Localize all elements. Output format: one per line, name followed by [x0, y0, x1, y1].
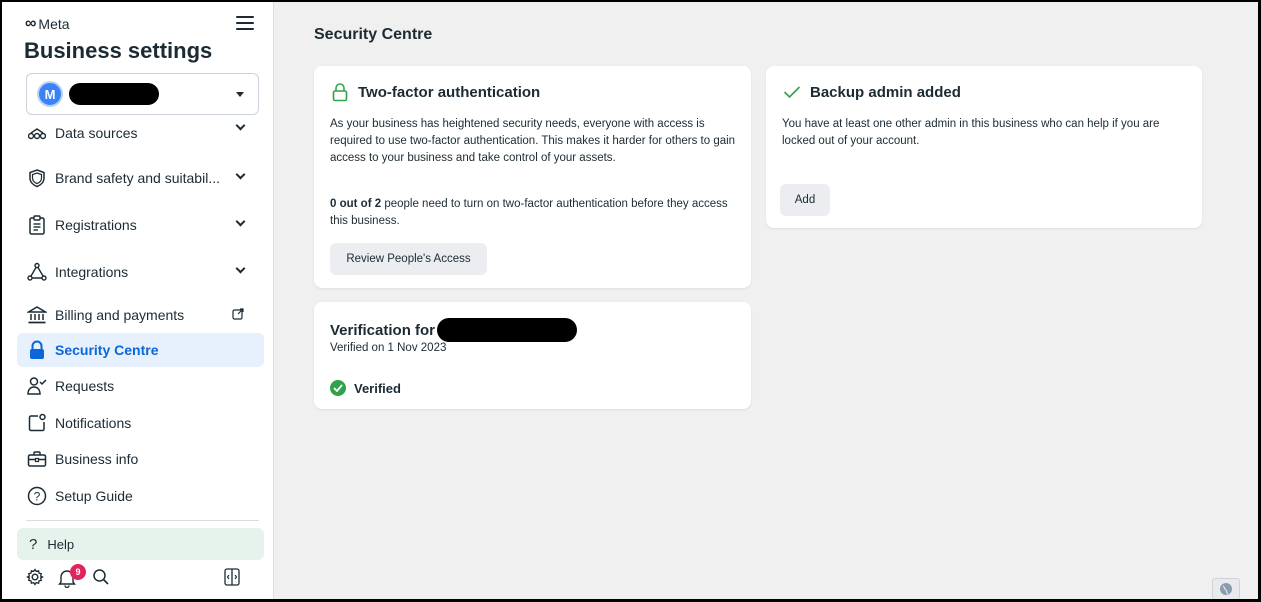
sidebar-nav[interactable]: Data sources Brand safety and suitabil..… [2, 120, 274, 518]
sidebar-item-label: Requests [55, 378, 115, 394]
card-header: Two-factor authentication [330, 82, 540, 102]
two-factor-count-bold: 0 out of 2 [330, 198, 382, 210]
search-icon[interactable] [92, 568, 110, 591]
business-account-select[interactable]: M [26, 73, 259, 115]
two-factor-card: Two-factor authentication As your busine… [314, 66, 751, 288]
verified-label: Verified [354, 380, 401, 396]
redacted-business-name [437, 318, 578, 342]
redacted-account-name [69, 83, 159, 105]
notification-icon [27, 413, 47, 433]
sidebar-item-label: Registrations [55, 217, 137, 233]
meta-logo-text: Meta [38, 16, 70, 32]
panel-toggle-icon[interactable] [224, 568, 240, 591]
lock-outline-icon [330, 82, 350, 102]
sidebar-item-label: Billing and payments [55, 307, 185, 323]
backup-admin-description: You have at least one other admin in thi… [782, 118, 1160, 147]
caret-down-icon [236, 92, 244, 97]
sidebar-item-registrations[interactable]: Registrations [17, 208, 264, 242]
chevron-down-icon [235, 120, 246, 131]
help-label: Help [47, 536, 75, 552]
sidebar-item-label: Data sources [55, 125, 138, 141]
clipboard-icon [27, 215, 47, 235]
meta-infinity-icon: ∞ [25, 15, 37, 32]
sidebar-item-label: Security Centre [55, 342, 159, 358]
chevron-down-icon [235, 263, 246, 274]
verified-status: Verified [330, 380, 401, 396]
meta-logo[interactable]: ∞ Meta [25, 15, 70, 33]
card-title: Backup admin added [810, 83, 961, 101]
sidebar-item-billing[interactable]: Billing and payments [17, 298, 264, 332]
external-link-icon [232, 308, 244, 323]
add-button[interactable]: Add [780, 184, 830, 216]
avatar: M [37, 81, 63, 107]
person-check-icon [27, 376, 47, 396]
shield-icon [27, 168, 47, 188]
sidebar-item-business-info[interactable]: Business info [17, 442, 264, 476]
notification-badge: 9 [70, 564, 86, 580]
sidebar-item-brand-safety[interactable]: Brand safety and suitabil... [17, 161, 264, 195]
verification-date: Verified on 1 Nov 2023 [330, 342, 447, 354]
svg-text:?: ? [34, 490, 41, 504]
globe-icon[interactable] [1212, 578, 1240, 599]
sidebar-item-label: Notifications [55, 415, 132, 431]
integrations-icon [27, 262, 47, 282]
sidebar: ∞ Meta Business settings M Data sources [2, 2, 274, 599]
checkmark-icon [782, 82, 802, 102]
sidebar-item-setup-guide[interactable]: ? Setup Guide [17, 479, 264, 513]
divider [26, 520, 259, 521]
briefcase-icon [27, 449, 47, 469]
menu-icon[interactable] [236, 16, 254, 30]
page-heading: Business settings [24, 38, 213, 63]
sidebar-item-security-centre[interactable]: Security Centre [17, 333, 264, 367]
review-peoples-access-button[interactable]: Review People's Access [330, 243, 487, 275]
sidebar-item-requests[interactable]: Requests [17, 369, 264, 403]
sidebar-item-label: Business info [55, 451, 139, 467]
check-circle-icon [330, 380, 346, 396]
card-header: Backup admin added [782, 82, 961, 102]
page-title: Security Centre [314, 26, 433, 43]
sidebar-item-label: Setup Guide [55, 488, 133, 504]
chevron-down-icon [235, 216, 246, 227]
gear-icon[interactable] [26, 568, 44, 591]
two-factor-count: 0 out of 2 people need to turn on two-fa… [330, 196, 730, 230]
help-question-icon: ? [29, 535, 38, 553]
bank-icon [27, 305, 47, 325]
verification-card: Verification for Verified on 1 Nov 2023 … [314, 302, 751, 409]
sidebar-footer-toolbar: 9 [26, 564, 256, 592]
sidebar-item-label: Brand safety and suitabil... [55, 170, 220, 186]
sidebar-item-notifications[interactable]: Notifications [17, 406, 264, 440]
sidebar-item-integrations[interactable]: Integrations [17, 255, 264, 289]
two-factor-description: As your business has heightened security… [330, 118, 736, 164]
sidebar-item-label: Integrations [55, 264, 129, 280]
help-button[interactable]: ? Help [17, 528, 264, 560]
verification-title: Verification for [330, 318, 578, 342]
question-circle-icon: ? [27, 486, 47, 506]
chevron-down-icon [235, 169, 246, 180]
app-window: ∞ Meta Business settings M Data sources [2, 2, 1258, 599]
two-factor-count-rest: people need to turn on two-factor authen… [330, 198, 728, 227]
data-sources-icon [27, 123, 47, 143]
backup-admin-card: Backup admin added You have at least one… [766, 66, 1202, 228]
lock-icon [27, 340, 47, 360]
sidebar-item-data-sources[interactable]: Data sources [17, 120, 264, 150]
card-title: Two-factor authentication [358, 83, 541, 101]
verification-title-prefix: Verification for [330, 321, 436, 339]
